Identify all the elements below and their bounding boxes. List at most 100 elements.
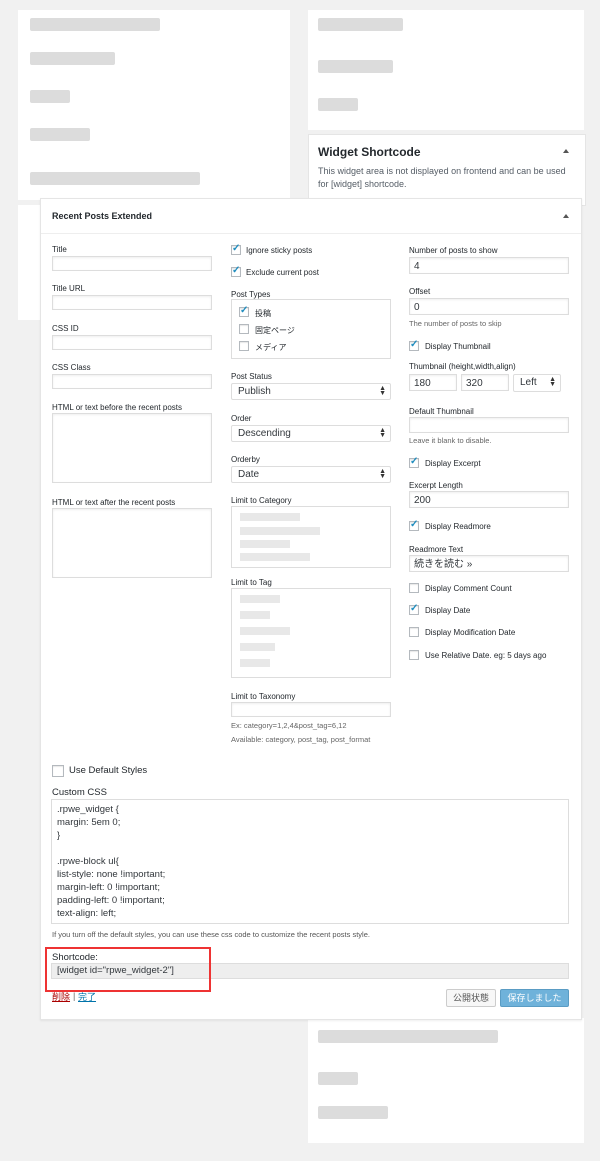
- taxonomy-input[interactable]: [231, 702, 391, 717]
- taxonomy-available-hint: Available: category, post_tag, post_form…: [231, 735, 371, 744]
- blurred-item: [240, 527, 320, 535]
- display-comment-count-label: Display Comment Count: [425, 584, 512, 593]
- css-id-label: CSS ID: [52, 324, 79, 333]
- post-types-list: 投稿 固定ページ メディア: [231, 299, 391, 359]
- css-id-input[interactable]: [52, 335, 212, 350]
- css-class-input[interactable]: [52, 374, 212, 389]
- blurred-item: [240, 659, 270, 667]
- css-line: [57, 842, 563, 855]
- title-label: Title: [52, 245, 67, 254]
- collapse-arrow-icon[interactable]: [563, 149, 569, 153]
- css-line: margin-left: 0 !important;: [57, 882, 160, 893]
- blurred-widget-area-left-2: [18, 205, 40, 320]
- blurred-item: [318, 1072, 358, 1085]
- order-select[interactable]: Descending ▲ ▼: [231, 425, 391, 442]
- display-mod-date-checkbox[interactable]: [409, 627, 419, 637]
- display-excerpt-checkbox[interactable]: [409, 456, 419, 468]
- blurred-item: [30, 90, 70, 103]
- default-thumbnail-label: Default Thumbnail: [409, 407, 474, 416]
- exclude-current-checkbox[interactable]: [231, 265, 241, 277]
- widget-header[interactable]: Recent Posts Extended: [41, 199, 581, 234]
- ignore-sticky-label: Ignore sticky posts: [246, 246, 313, 255]
- delete-link[interactable]: 削除: [52, 990, 70, 1003]
- css-line: list-style: none !important;: [57, 869, 166, 880]
- tag-list: [231, 588, 391, 678]
- post-type-checkbox[interactable]: [239, 305, 249, 317]
- visibility-button[interactable]: 公開状態: [446, 989, 496, 1007]
- before-text-label: HTML or text before the recent posts: [52, 403, 182, 412]
- thumbnail-height-input[interactable]: 180: [409, 374, 457, 391]
- after-text-label: HTML or text after the recent posts: [52, 498, 176, 507]
- media-type-checkbox[interactable]: [239, 341, 249, 351]
- css-class-label: CSS Class: [52, 363, 91, 372]
- blurred-item: [318, 1030, 498, 1043]
- done-link[interactable]: 完了: [78, 990, 96, 1003]
- css-line: .rpwe-block ul{: [57, 856, 119, 867]
- post-type-label: 投稿: [255, 309, 271, 318]
- order-value: Descending: [238, 428, 291, 439]
- thumbnail-size-label: Thumbnail (height,width,align): [409, 362, 516, 371]
- order-label: Order: [231, 414, 252, 423]
- before-text-textarea[interactable]: [52, 413, 212, 483]
- default-thumbnail-input[interactable]: [409, 417, 569, 433]
- select-arrows-icon: ▲ ▼: [379, 427, 386, 439]
- post-status-select[interactable]: Publish ▲ ▼: [231, 383, 391, 400]
- limit-category-label: Limit to Category: [231, 496, 292, 505]
- page-type-checkbox[interactable]: [239, 324, 249, 334]
- blurred-item: [240, 611, 270, 619]
- post-status-label: Post Status: [231, 372, 272, 381]
- blurred-item: [318, 98, 358, 111]
- readmore-text-input[interactable]: 続きを読む »: [409, 555, 569, 572]
- excerpt-length-label: Excerpt Length: [409, 481, 463, 490]
- orderby-select[interactable]: Date ▲ ▼: [231, 466, 391, 483]
- title-input[interactable]: [52, 256, 212, 271]
- custom-css-textarea[interactable]: .rpwe_widget { margin: 5em 0; } .rpwe-bl…: [51, 799, 569, 924]
- widget-title: Recent Posts Extended: [52, 211, 153, 221]
- blurred-item: [318, 18, 403, 31]
- use-relative-date-checkbox[interactable]: [409, 650, 419, 660]
- default-thumbnail-hint: Leave it blank to disable.: [409, 436, 492, 445]
- display-comment-count-checkbox[interactable]: [409, 583, 419, 593]
- offset-hint: The number of posts to skip: [409, 319, 502, 328]
- blurred-item: [240, 513, 300, 521]
- widget-shortcode-title: Widget Shortcode: [318, 145, 421, 159]
- num-posts-label: Number of posts to show: [409, 246, 498, 255]
- thumbnail-align-select[interactable]: Left ▲ ▼: [513, 374, 561, 392]
- css-line: padding-left: 0 !important;: [57, 895, 165, 906]
- title-url-input[interactable]: [52, 295, 212, 310]
- display-date-checkbox[interactable]: [409, 603, 419, 615]
- blurred-item: [240, 627, 290, 635]
- widget-shortcode-description: This widget area is not displayed on fro…: [318, 166, 566, 189]
- num-posts-input[interactable]: 4: [409, 257, 569, 274]
- select-arrows-icon: ▲ ▼: [549, 376, 556, 388]
- ignore-sticky-checkbox[interactable]: [231, 243, 241, 255]
- display-readmore-checkbox[interactable]: [409, 519, 419, 531]
- page-type-label: 固定ページ: [255, 326, 295, 335]
- css-line: .rpwe_widget {: [57, 804, 119, 815]
- offset-label: Offset: [409, 287, 431, 296]
- after-text-textarea[interactable]: [52, 508, 212, 578]
- excerpt-length-input[interactable]: 200: [409, 491, 569, 508]
- use-relative-date-label: Use Relative Date. eg: 5 days ago: [425, 651, 547, 660]
- media-type-label: メディア: [255, 343, 287, 352]
- collapse-arrow-icon[interactable]: [563, 214, 569, 218]
- offset-input[interactable]: 0: [409, 298, 569, 315]
- recent-posts-extended-widget: Recent Posts Extended Title Title URL CS…: [40, 198, 582, 1020]
- use-default-styles-checkbox[interactable]: [52, 765, 64, 777]
- select-arrows-icon: ▲ ▼: [379, 468, 386, 480]
- category-list: [231, 506, 391, 568]
- thumbnail-width-input[interactable]: 320: [461, 374, 509, 391]
- display-thumbnail-checkbox[interactable]: [409, 339, 419, 351]
- exclude-current-label: Exclude current post: [246, 268, 319, 277]
- save-button[interactable]: 保存しました: [500, 989, 569, 1007]
- css-line: }: [57, 830, 61, 841]
- post-status-value: Publish: [238, 386, 271, 397]
- orderby-value: Date: [238, 469, 260, 480]
- display-date-label: Display Date: [425, 606, 471, 615]
- select-arrows-icon: ▲ ▼: [379, 385, 386, 397]
- taxonomy-hint: Ex: category=1,2,4&post_tag=6,12: [231, 721, 347, 730]
- widget-shortcode-area: Widget Shortcode This widget area is not…: [308, 134, 586, 206]
- css-hint: If you turn off the default styles, you …: [52, 930, 370, 939]
- blurred-item: [240, 540, 290, 548]
- display-excerpt-label: Display Excerpt: [425, 459, 481, 468]
